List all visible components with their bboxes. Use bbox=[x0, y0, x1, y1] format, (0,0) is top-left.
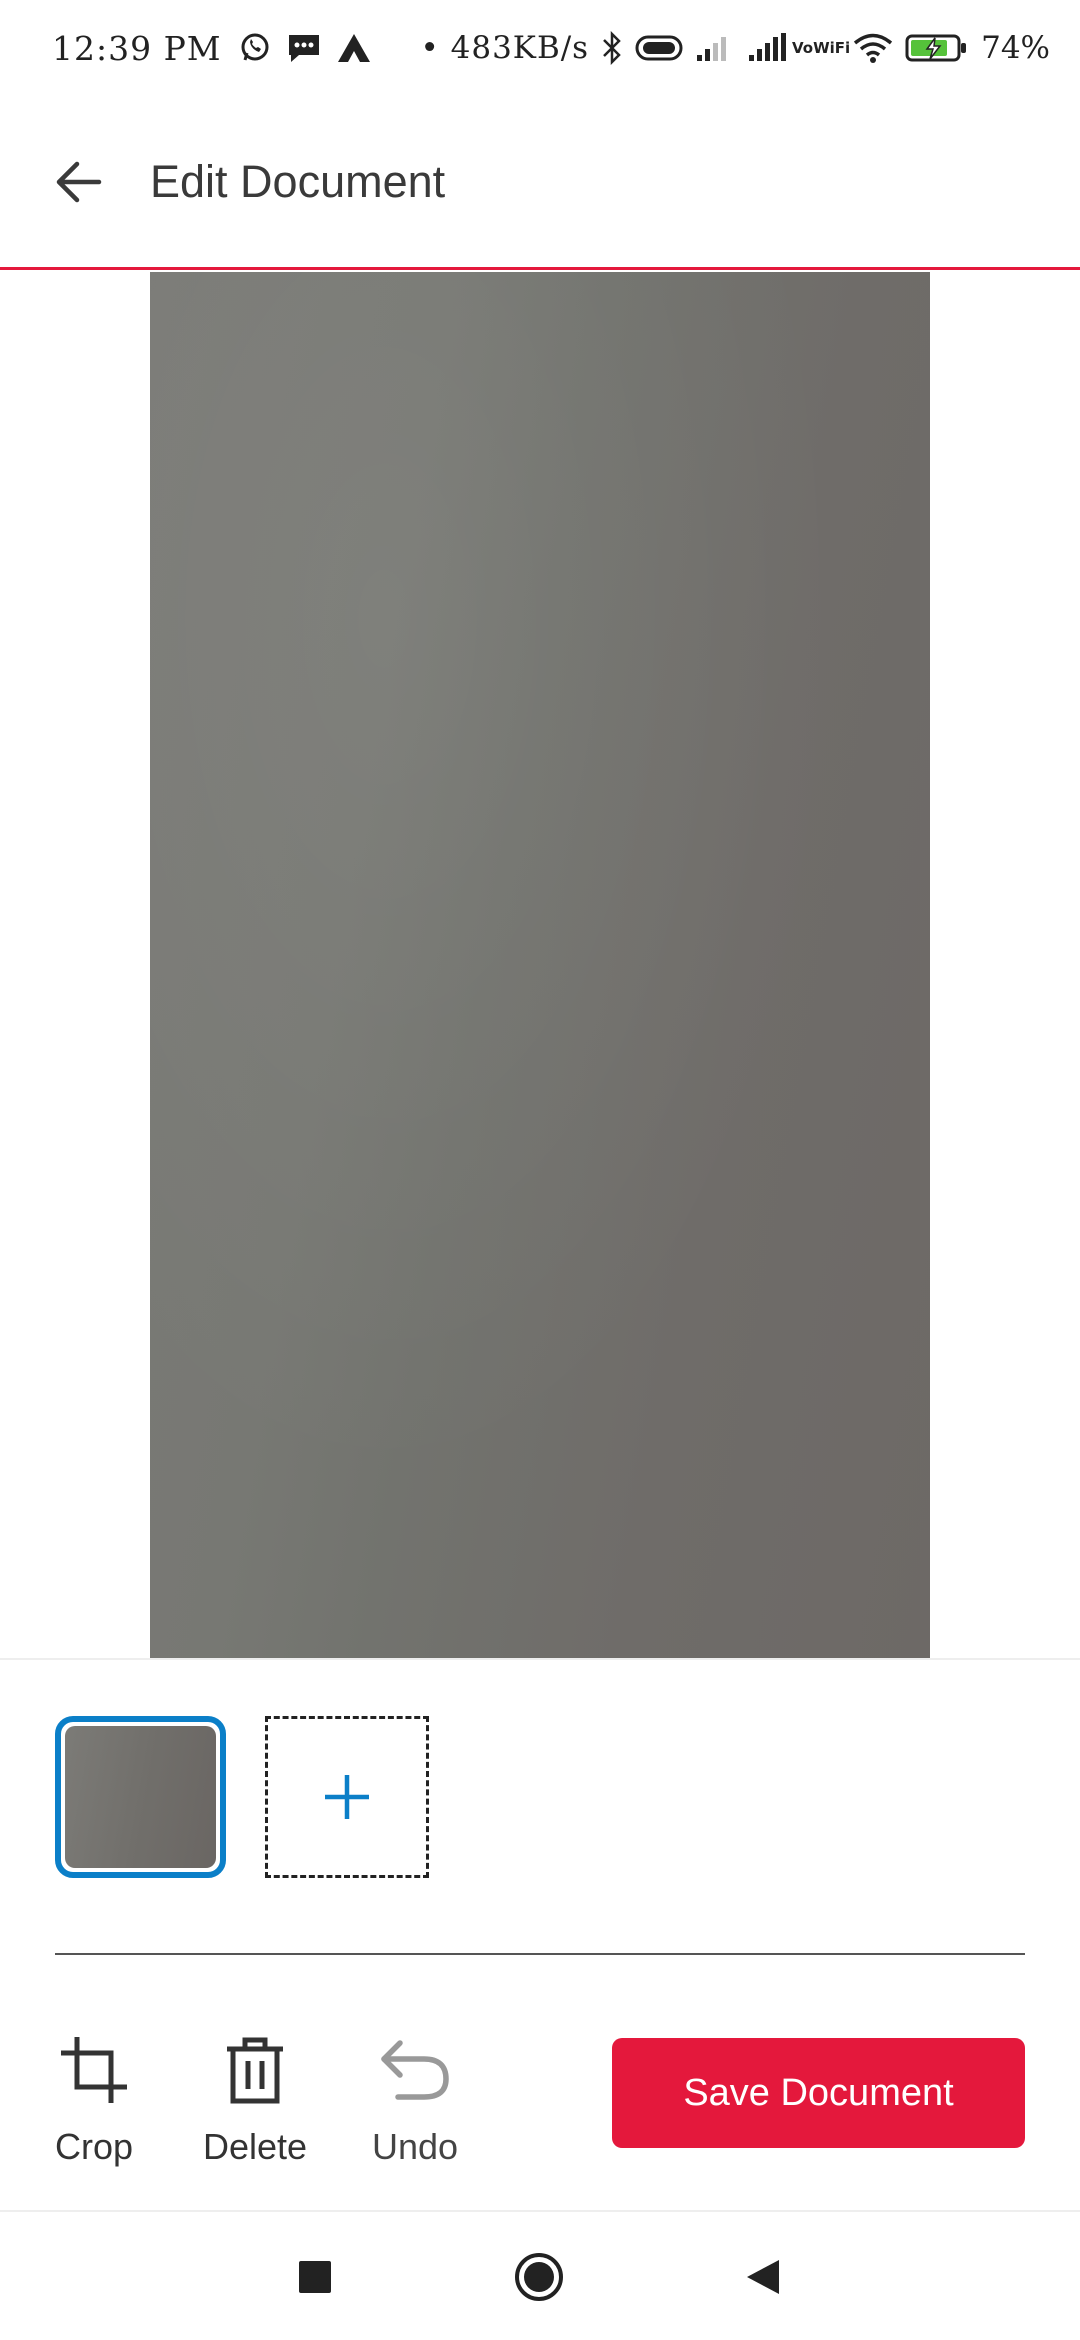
page-title: Edit Document bbox=[150, 155, 446, 207]
app-notification-icon bbox=[336, 32, 372, 64]
battery-percent: 74% bbox=[981, 30, 1050, 66]
home-button[interactable] bbox=[514, 2252, 564, 2302]
battery-charging-icon bbox=[905, 31, 969, 65]
signal-weak-icon bbox=[695, 33, 735, 63]
status-time: 12:39 PM bbox=[52, 28, 222, 68]
document-page-preview[interactable] bbox=[150, 272, 930, 1659]
signal-full-icon bbox=[747, 33, 789, 63]
back-button[interactable] bbox=[38, 142, 118, 222]
delete-button[interactable]: Delete bbox=[190, 2030, 320, 2168]
back-triangle-icon bbox=[747, 2260, 779, 2294]
undo-icon bbox=[375, 2030, 455, 2110]
message-icon bbox=[286, 31, 322, 65]
bluetooth-icon bbox=[601, 31, 623, 65]
wifi-icon bbox=[853, 32, 893, 64]
page-thumbnail-image bbox=[65, 1726, 216, 1868]
arrow-left-icon bbox=[56, 161, 102, 202]
add-page-button[interactable] bbox=[265, 1716, 429, 1878]
plus-icon bbox=[325, 1775, 369, 1819]
edit-document-screen: 12:39 PM • 483KB/s Vo WiFi 74% Edit Docu… bbox=[0, 0, 1080, 2340]
recents-square-icon bbox=[299, 2261, 331, 2293]
delete-label: Delete bbox=[202, 2126, 308, 2167]
whatsapp-icon bbox=[238, 31, 272, 65]
vowifi-icon: Vo WiFi bbox=[792, 38, 851, 57]
network-speed: • 483KB/s bbox=[420, 30, 590, 66]
crop-icon bbox=[54, 2030, 134, 2110]
undo-button[interactable]: Undo bbox=[360, 2030, 470, 2168]
undo-label: Undo bbox=[371, 2126, 459, 2167]
system-back-button[interactable] bbox=[738, 2252, 788, 2302]
notification-icons bbox=[238, 31, 372, 65]
app-bar: Edit Document bbox=[0, 96, 1080, 270]
toggle-icon bbox=[635, 34, 683, 62]
document-preview-area bbox=[0, 272, 1080, 1659]
page-thumbnail-selected[interactable] bbox=[55, 1716, 226, 1878]
home-circle-icon bbox=[515, 2253, 563, 2301]
recents-button[interactable] bbox=[290, 2252, 340, 2302]
page-thumbnail-strip bbox=[0, 1660, 1080, 1960]
crop-button[interactable]: Crop bbox=[48, 2030, 140, 2168]
crop-label: Crop bbox=[54, 2126, 134, 2167]
system-navigation-bar bbox=[0, 2212, 1080, 2340]
status-right: • 483KB/s Vo WiFi 74% bbox=[420, 30, 1050, 66]
edit-toolbar: Crop Delete Undo Save Document bbox=[0, 1990, 1080, 2210]
status-bar: 12:39 PM • 483KB/s Vo WiFi 74% bbox=[0, 0, 1080, 96]
trash-icon bbox=[215, 2030, 295, 2110]
toolbar-divider bbox=[55, 1953, 1025, 1955]
save-document-button[interactable]: Save Document bbox=[612, 2038, 1025, 2148]
